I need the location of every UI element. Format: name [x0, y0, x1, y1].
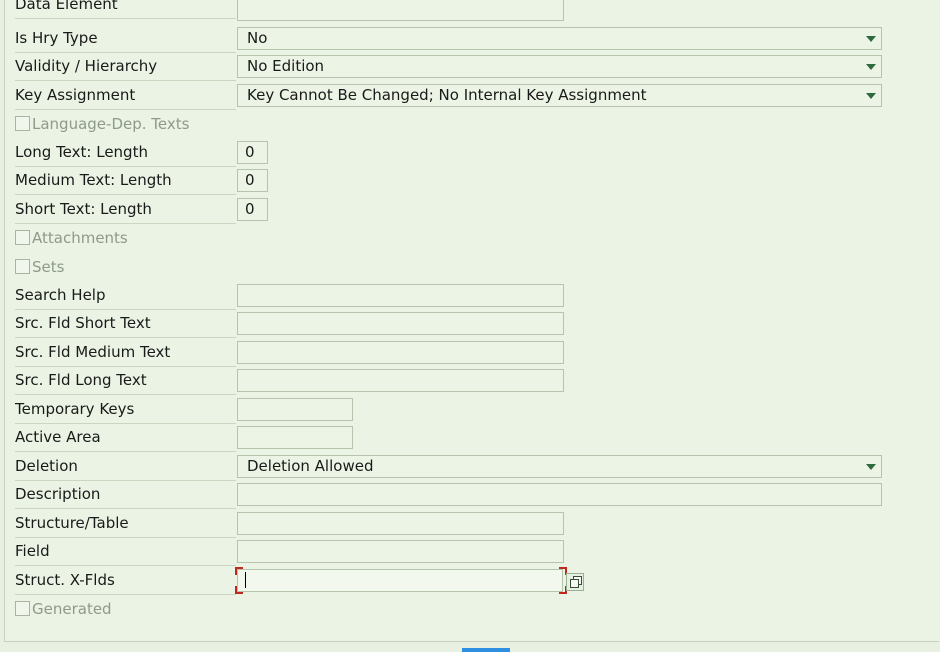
row-structure-table: Structure/Table	[5, 512, 939, 540]
is-hry-type-label: Is Hry Type	[15, 27, 236, 53]
row-struct-x-flds: Struct. X-Flds	[5, 567, 939, 595]
row-temporary-keys: Temporary Keys	[5, 398, 939, 426]
deletion-value: Deletion Allowed	[247, 457, 374, 475]
structure-table-input[interactable]	[237, 512, 564, 535]
src-fld-medium-text-input[interactable]	[237, 341, 564, 364]
generated-label: Generated	[32, 600, 112, 618]
deletion-label: Deletion	[15, 455, 236, 481]
short-text-length-label: Short Text: Length	[15, 198, 236, 224]
key-assignment-dropdown[interactable]: Key Cannot Be Changed; No Internal Key A…	[237, 84, 882, 107]
language-dep-texts-checkbox: Language-Dep. Texts	[15, 115, 189, 137]
active-area-input[interactable]	[237, 426, 353, 449]
row-long-text-length: Long Text: Length 0	[5, 141, 939, 169]
struct-x-flds-label: Struct. X-Flds	[15, 569, 236, 595]
row-short-text-length: Short Text: Length 0	[5, 198, 939, 226]
structure-table-label: Structure/Table	[15, 512, 236, 538]
row-active-area: Active Area	[5, 426, 939, 454]
text-cursor	[245, 572, 246, 588]
sets-checkbox: Sets	[15, 258, 64, 280]
row-field: Field	[5, 540, 939, 568]
sets-label: Sets	[32, 258, 65, 276]
src-fld-long-text-input[interactable]	[237, 369, 564, 392]
data-element-input[interactable]	[237, 0, 564, 21]
row-validity-hierarchy: Validity / Hierarchy No Edition	[5, 55, 939, 83]
long-text-length-input[interactable]: 0	[237, 141, 268, 164]
row-src-fld-short-text: Src. Fld Short Text	[5, 312, 939, 340]
generated-checkbox: Generated	[15, 600, 112, 622]
src-fld-short-text-input[interactable]	[237, 312, 564, 335]
key-assignment-label: Key Assignment	[15, 84, 236, 110]
validity-hierarchy-value: No Edition	[247, 57, 325, 75]
field-input[interactable]	[237, 540, 564, 563]
src-fld-medium-text-label: Src. Fld Medium Text	[15, 341, 236, 367]
deletion-dropdown[interactable]: Deletion Allowed	[237, 455, 882, 478]
dropdown-caret-icon[interactable]	[866, 36, 876, 42]
row-description: Description	[5, 483, 939, 511]
checkbox-box	[15, 116, 30, 131]
row-is-hry-type: Is Hry Type No	[5, 27, 939, 55]
is-hry-type-value: No	[247, 29, 268, 47]
is-hry-type-dropdown[interactable]: No	[237, 27, 882, 50]
row-search-help: Search Help	[5, 284, 939, 312]
search-help-input[interactable]	[237, 284, 564, 307]
active-area-label: Active Area	[15, 426, 236, 452]
row-data-element: Data Element	[5, 0, 939, 28]
temporary-keys-label: Temporary Keys	[15, 398, 236, 424]
row-deletion: Deletion Deletion Allowed	[5, 455, 939, 483]
language-dep-texts-label: Language-Dep. Texts	[32, 115, 190, 133]
search-help-label: Search Help	[15, 284, 236, 310]
struct-x-flds-input[interactable]	[237, 569, 563, 592]
row-medium-text-length: Medium Text: Length 0	[5, 169, 939, 197]
attachments-label: Attachments	[32, 229, 128, 247]
temporary-keys-input[interactable]	[237, 398, 353, 421]
attribute-form: Data Element Is Hry Type No Validity / H…	[4, 0, 939, 642]
attachments-checkbox: Attachments	[15, 229, 128, 251]
field-label: Field	[15, 540, 236, 566]
short-text-length-input[interactable]: 0	[237, 198, 268, 221]
validity-hierarchy-dropdown[interactable]: No Edition	[237, 55, 882, 78]
bottom-tab-indicator	[462, 648, 510, 652]
dropdown-caret-icon[interactable]	[866, 464, 876, 470]
dropdown-caret-icon[interactable]	[866, 93, 876, 99]
medium-text-length-input[interactable]: 0	[237, 169, 268, 192]
medium-text-length-label: Medium Text: Length	[15, 169, 236, 195]
key-assignment-value: Key Cannot Be Changed; No Internal Key A…	[247, 86, 647, 104]
description-input[interactable]	[237, 483, 882, 506]
row-key-assignment: Key Assignment Key Cannot Be Changed; No…	[5, 84, 939, 112]
src-fld-long-text-label: Src. Fld Long Text	[15, 369, 236, 395]
long-text-length-label: Long Text: Length	[15, 141, 236, 167]
checkbox-box	[15, 230, 30, 245]
struct-x-flds-focus-frame	[235, 567, 567, 594]
row-src-fld-medium-text: Src. Fld Medium Text	[5, 341, 939, 369]
data-element-label: Data Element	[15, 0, 236, 19]
row-src-fld-long-text: Src. Fld Long Text	[5, 369, 939, 397]
description-label: Description	[15, 483, 236, 509]
value-help-icon[interactable]	[566, 573, 584, 591]
checkbox-box	[15, 259, 30, 274]
dropdown-caret-icon[interactable]	[866, 64, 876, 70]
validity-hierarchy-label: Validity / Hierarchy	[15, 55, 236, 81]
checkbox-box	[15, 601, 30, 616]
src-fld-short-text-label: Src. Fld Short Text	[15, 312, 236, 338]
